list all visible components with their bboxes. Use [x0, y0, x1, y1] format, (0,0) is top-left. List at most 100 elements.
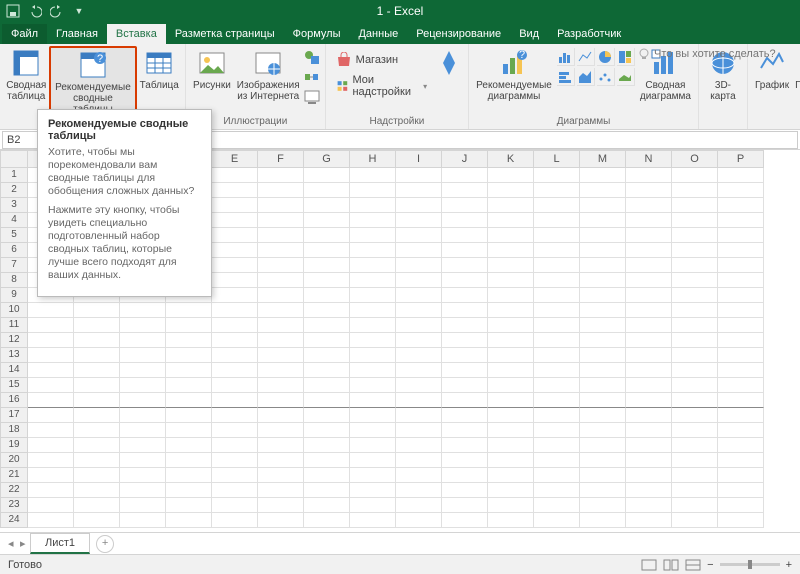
cell[interactable] — [258, 483, 304, 498]
cell[interactable] — [672, 378, 718, 393]
cell[interactable] — [626, 183, 672, 198]
tab-page-layout[interactable]: Разметка страницы — [166, 24, 284, 44]
cell[interactable] — [672, 258, 718, 273]
cell[interactable] — [304, 333, 350, 348]
cell[interactable] — [74, 378, 120, 393]
cell[interactable] — [534, 408, 580, 423]
cell[interactable] — [534, 468, 580, 483]
cell[interactable] — [534, 273, 580, 288]
column-header[interactable]: F — [258, 150, 304, 168]
cell[interactable] — [120, 468, 166, 483]
cell[interactable] — [350, 378, 396, 393]
cell[interactable] — [28, 423, 74, 438]
cell[interactable] — [672, 273, 718, 288]
cell[interactable] — [350, 498, 396, 513]
cell[interactable] — [212, 243, 258, 258]
cell[interactable] — [718, 513, 764, 528]
cell[interactable] — [534, 243, 580, 258]
cell[interactable] — [74, 483, 120, 498]
cell[interactable] — [396, 243, 442, 258]
cell[interactable] — [212, 213, 258, 228]
cell[interactable] — [350, 348, 396, 363]
cell[interactable] — [258, 468, 304, 483]
cell[interactable] — [442, 228, 488, 243]
cell[interactable] — [74, 453, 120, 468]
cell[interactable] — [488, 483, 534, 498]
cell[interactable] — [166, 318, 212, 333]
cell[interactable] — [28, 303, 74, 318]
cell[interactable] — [258, 423, 304, 438]
cell[interactable] — [442, 408, 488, 423]
cell[interactable] — [718, 408, 764, 423]
cell[interactable] — [718, 303, 764, 318]
row-header[interactable]: 6 — [0, 243, 28, 258]
cell[interactable] — [396, 483, 442, 498]
column-header[interactable]: H — [350, 150, 396, 168]
cell[interactable] — [350, 513, 396, 528]
cell[interactable] — [28, 483, 74, 498]
cell[interactable] — [396, 393, 442, 408]
cell[interactable] — [212, 513, 258, 528]
cell[interactable] — [580, 303, 626, 318]
cell[interactable] — [28, 333, 74, 348]
zoom-in-button[interactable]: + — [786, 559, 792, 571]
cell[interactable] — [396, 288, 442, 303]
cell[interactable] — [672, 288, 718, 303]
cell[interactable] — [580, 258, 626, 273]
cell[interactable] — [442, 273, 488, 288]
cell[interactable] — [718, 213, 764, 228]
row-header[interactable]: 15 — [0, 378, 28, 393]
cell[interactable] — [488, 183, 534, 198]
column-header[interactable]: E — [212, 150, 258, 168]
cell[interactable] — [580, 438, 626, 453]
cell[interactable] — [718, 438, 764, 453]
cell[interactable] — [488, 213, 534, 228]
cell[interactable] — [212, 468, 258, 483]
cell[interactable] — [350, 273, 396, 288]
column-header[interactable]: L — [534, 150, 580, 168]
recommended-charts-button[interactable]: ? Рекомендуемыедиаграммы — [473, 46, 555, 104]
sheet-nav-next-icon[interactable]: ▸ — [20, 537, 26, 550]
cell[interactable] — [672, 198, 718, 213]
tab-view[interactable]: Вид — [510, 24, 548, 44]
cell[interactable] — [718, 168, 764, 183]
cell[interactable] — [396, 273, 442, 288]
cell[interactable] — [396, 378, 442, 393]
zoom-slider[interactable] — [720, 563, 780, 566]
scatter-chart-icon[interactable] — [597, 68, 615, 86]
column-header[interactable]: O — [672, 150, 718, 168]
cell[interactable] — [304, 348, 350, 363]
zoom-out-button[interactable]: − — [707, 559, 713, 571]
cell[interactable] — [718, 273, 764, 288]
column-header[interactable]: M — [580, 150, 626, 168]
cell[interactable] — [672, 468, 718, 483]
cell[interactable] — [350, 423, 396, 438]
cell[interactable] — [212, 273, 258, 288]
cell[interactable] — [396, 498, 442, 513]
cell[interactable] — [534, 303, 580, 318]
tab-developer[interactable]: Разработчик — [548, 24, 630, 44]
cell[interactable] — [534, 258, 580, 273]
cell[interactable] — [258, 378, 304, 393]
cell[interactable] — [534, 498, 580, 513]
cell[interactable] — [672, 408, 718, 423]
row-header[interactable]: 5 — [0, 228, 28, 243]
cell[interactable] — [672, 483, 718, 498]
cell[interactable] — [626, 198, 672, 213]
cell[interactable] — [672, 438, 718, 453]
cell[interactable] — [258, 303, 304, 318]
row-header[interactable]: 19 — [0, 438, 28, 453]
cell[interactable] — [580, 483, 626, 498]
bar-chart-icon[interactable] — [557, 68, 575, 86]
cell[interactable] — [672, 228, 718, 243]
row-header[interactable]: 17 — [0, 408, 28, 423]
cell[interactable] — [212, 228, 258, 243]
cell[interactable] — [350, 468, 396, 483]
cell[interactable] — [718, 393, 764, 408]
cell[interactable] — [120, 423, 166, 438]
cell[interactable] — [28, 438, 74, 453]
column-header[interactable]: K — [488, 150, 534, 168]
cell[interactable] — [166, 333, 212, 348]
cell[interactable] — [28, 348, 74, 363]
cell[interactable] — [212, 408, 258, 423]
